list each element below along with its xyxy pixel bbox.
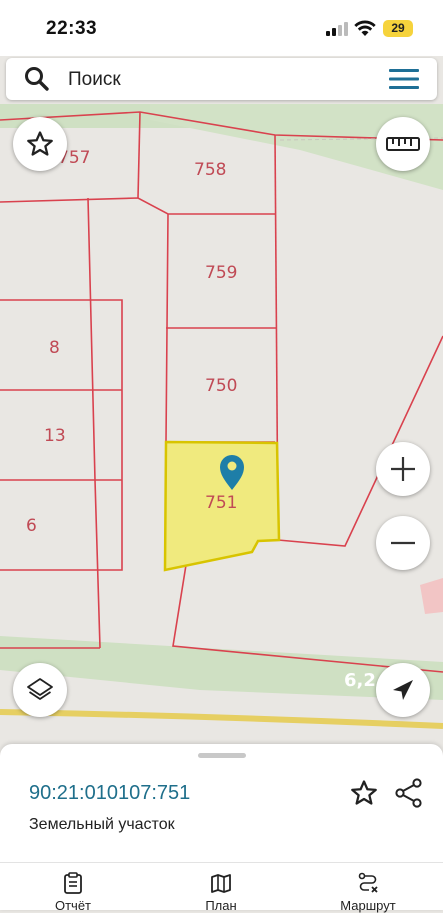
ruler-icon <box>386 137 420 151</box>
cadastral-number[interactable]: 90:21:010107:751 <box>29 782 190 805</box>
measure-button[interactable] <box>376 117 430 171</box>
parcel-label: 751 <box>205 493 237 513</box>
clipboard-icon <box>64 872 82 894</box>
zoom-in-button[interactable] <box>376 442 430 496</box>
divider <box>0 862 443 863</box>
parcel-border <box>277 335 443 547</box>
my-location-button[interactable] <box>376 663 430 717</box>
status-time: 22:33 <box>46 18 98 39</box>
battery-indicator: 29 <box>383 20 413 37</box>
star-icon <box>27 131 53 156</box>
map-icon <box>211 874 231 893</box>
status-bar: 22:33 29 <box>0 0 443 56</box>
property-type: Земельный участок <box>29 816 175 833</box>
search-bar <box>6 58 437 100</box>
parcel-label: 759 <box>205 263 237 283</box>
road <box>0 709 443 729</box>
map-canvas[interactable]: 757 758 759 750 751 8 13 6 6,2 <box>0 104 443 744</box>
nav-plan-label: План <box>205 898 237 913</box>
parcel-label: 758 <box>194 160 226 180</box>
wifi-icon <box>354 20 376 36</box>
parcel-info-sheet: 90:21:010107:751 Земельный участок Отчёт <box>0 744 443 913</box>
search-input[interactable] <box>66 66 370 94</box>
plus-icon <box>391 457 415 481</box>
parcel-label: 6 <box>26 516 37 536</box>
star-icon[interactable] <box>349 778 379 808</box>
sheet-drag-handle[interactable] <box>198 753 246 758</box>
road-label: 6,2 <box>344 670 376 691</box>
nav-route[interactable]: Маршрут <box>313 872 423 913</box>
map-view[interactable]: 757 758 759 750 751 8 13 6 6,2 <box>0 104 443 744</box>
nav-plan[interactable]: План <box>166 872 276 913</box>
building-footprint <box>420 578 443 614</box>
navigation-arrow-icon <box>393 680 413 700</box>
share-icon[interactable] <box>395 778 423 808</box>
minus-icon <box>391 541 415 545</box>
parcel-label: 13 <box>44 426 66 446</box>
parcel-label: 8 <box>49 338 60 358</box>
bottom-nav: Отчёт План Маршрут <box>0 864 443 913</box>
layers-icon <box>27 678 53 700</box>
route-icon <box>358 872 378 893</box>
parcel-border <box>0 197 275 215</box>
nav-report-label: Отчёт <box>54 898 92 913</box>
zoom-out-button[interactable] <box>376 516 430 570</box>
parcel-label: 750 <box>205 376 237 396</box>
nav-route-label: Маршрут <box>340 898 396 913</box>
menu-icon[interactable] <box>387 66 421 92</box>
favorites-button[interactable] <box>13 117 67 171</box>
parcel-border <box>87 197 101 649</box>
layers-button[interactable] <box>13 663 67 717</box>
nav-report[interactable]: Отчёт <box>18 872 128 913</box>
search-icon[interactable] <box>24 66 50 92</box>
signal-icon <box>326 22 348 36</box>
